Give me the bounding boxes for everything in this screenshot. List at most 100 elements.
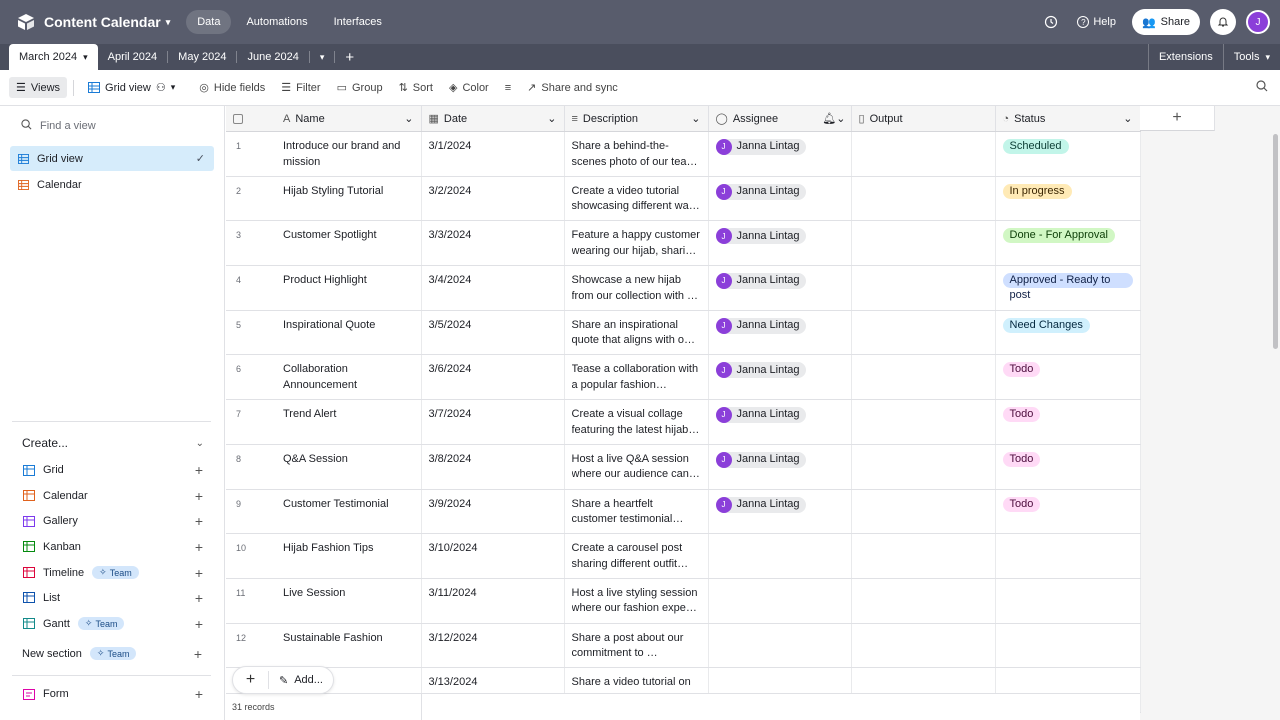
cell-status[interactable]: Scheduled <box>995 131 1141 177</box>
plus-icon[interactable]: + <box>195 591 203 605</box>
chevron-down-icon[interactable]: ⌄ <box>547 112 556 125</box>
create-gantt-item[interactable]: Gantt ✧ Team + <box>23 617 203 631</box>
cell-name[interactable]: Customer Spotlight <box>276 220 422 267</box>
column-header-description[interactable]: ≡ Description ⌄ <box>564 106 709 132</box>
table-row[interactable]: 9 Customer Testimonial 3/9/2024 Share a hea… <box>226 489 1141 535</box>
cell-description[interactable]: Tease a collaboration with a popular fas… <box>564 354 709 401</box>
create-form-item[interactable]: Form + <box>23 687 203 701</box>
cell-assignee[interactable]: J Janna Lintag <box>708 176 852 222</box>
cell-name[interactable]: Hijab Styling Tutorial <box>276 176 422 222</box>
cell-output[interactable] <box>851 533 996 579</box>
cell-status[interactable] <box>995 533 1141 579</box>
cell-assignee[interactable] <box>708 623 852 669</box>
cell-status[interactable]: Todo <box>995 444 1141 490</box>
tab-june-2024[interactable]: June 2024 <box>237 44 308 70</box>
cell-description[interactable]: Share a heartfelt customer testimonial a… <box>564 489 709 535</box>
plus-icon[interactable]: + <box>195 463 203 477</box>
table-row[interactable]: 8 Q&A Session 3/8/2024 Host a live Q&A sess… <box>226 444 1141 490</box>
cell-output[interactable] <box>851 131 996 177</box>
cell-status[interactable]: Done - For Approval <box>995 220 1141 267</box>
table-row[interactable]: 11 Live Session 3/11/2024 Host a live styli… <box>226 578 1141 624</box>
table-row[interactable]: 3 Customer Spotlight 3/3/2024 Feature a hap… <box>226 220 1141 267</box>
cell-name[interactable]: Customer Testimonial <box>276 489 422 535</box>
add-record-plus-icon[interactable]: + <box>233 671 269 689</box>
checkbox-icon[interactable] <box>233 113 243 124</box>
cell-status[interactable]: Todo <box>995 354 1141 401</box>
cell-output[interactable] <box>851 578 996 624</box>
sort-button[interactable]: ⇅ Sort <box>391 77 441 98</box>
cell-assignee[interactable]: J Janna Lintag <box>708 265 852 311</box>
share-sync-button[interactable]: ↗ Share and sync <box>519 77 626 98</box>
column-header-name[interactable]: A Name ⌄ <box>276 106 422 132</box>
table-row[interactable]: 2 Hijab Styling Tutorial 3/2/2024 Create a … <box>226 176 1141 222</box>
cell-assignee[interactable]: J Janna Lintag <box>708 220 852 267</box>
cell-date[interactable]: 3/7/2024 <box>421 399 565 445</box>
topnav-data[interactable]: Data <box>186 10 232 34</box>
cell-date[interactable]: 3/12/2024 <box>421 623 565 669</box>
cell-date[interactable]: 3/9/2024 <box>421 489 565 535</box>
cell-name[interactable]: Trend Alert <box>276 399 422 445</box>
plus-icon[interactable]: + <box>195 617 203 631</box>
topnav-automations[interactable]: Automations <box>235 10 318 34</box>
column-header-date[interactable]: ▦ Date ⌄ <box>421 106 565 132</box>
cell-description[interactable]: Share an inspirational quote that aligns… <box>564 310 709 356</box>
share-button[interactable]: 👥 Share <box>1131 9 1200 35</box>
chevron-down-icon[interactable]: ⌄ <box>404 112 413 125</box>
hide-fields-button[interactable]: ◎ Hide fields <box>191 77 273 98</box>
bell-chevron-icon[interactable]: 🔔︎⌄ <box>822 112 845 125</box>
find-view-search[interactable]: Find a view <box>0 106 224 146</box>
cell-output[interactable] <box>851 489 996 535</box>
select-all-header[interactable] <box>226 106 276 132</box>
column-header-status[interactable]: ◔ Status ⌄ <box>995 106 1141 132</box>
sidebar-view-grid-view[interactable]: Grid view ✓ <box>10 146 214 171</box>
create-calendar-item[interactable]: Calendar + <box>23 489 203 503</box>
cell-output[interactable] <box>851 399 996 445</box>
cell-assignee[interactable]: J Janna Lintag <box>708 489 852 535</box>
create-gallery-item[interactable]: Gallery + <box>23 514 203 528</box>
cell-output[interactable] <box>851 310 996 356</box>
cell-output[interactable] <box>851 265 996 311</box>
cell-name[interactable]: Sustainable Fashion <box>276 623 422 669</box>
plus-icon[interactable]: + <box>195 540 203 554</box>
cell-status[interactable] <box>995 623 1141 669</box>
cell-assignee[interactable]: J Janna Lintag <box>708 444 852 490</box>
search-icon[interactable] <box>1256 80 1268 95</box>
chevron-down-icon[interactable]: ⌄ <box>691 112 700 125</box>
cell-description[interactable]: Create a video tutorial showcasing diffe… <box>564 176 709 222</box>
create-grid-item[interactable]: Grid + <box>23 463 203 477</box>
table-row[interactable]: 6 Collaboration Announcement 3/6/2024 Tease… <box>226 354 1141 401</box>
cell-name[interactable]: Q&A Session <box>276 444 422 490</box>
cell-date[interactable]: 3/3/2024 <box>421 220 565 267</box>
add-field-button[interactable]: + <box>1140 106 1215 131</box>
base-name-dropdown[interactable]: Content Calendar ▾ <box>44 14 170 30</box>
add-table-plus-icon[interactable]: + <box>335 44 364 70</box>
cell-description[interactable]: Showcase a new hijab from our collection… <box>564 265 709 311</box>
cell-date[interactable]: 3/10/2024 <box>421 533 565 579</box>
table-row[interactable]: 5 Inspirational Quote 3/5/2024 Share an ins… <box>226 310 1141 356</box>
tools-button[interactable]: Tools ▾ <box>1222 44 1280 70</box>
view-switcher[interactable]: Grid view ⚇ ▾ <box>80 77 183 98</box>
user-avatar[interactable]: J <box>1246 10 1270 34</box>
row-height-button[interactable]: ≡ <box>497 78 519 98</box>
create-kanban-item[interactable]: Kanban + <box>23 540 203 554</box>
cell-description[interactable]: Create a carousel post sharing different… <box>564 533 709 579</box>
cell-name[interactable]: Introduce our brand and mission <box>276 131 422 177</box>
cell-description[interactable]: Share a behind-the-scenes photo of our t… <box>564 131 709 177</box>
new-section-item[interactable]: New section ✧ Team + <box>22 647 202 661</box>
more-tabs-chevron-icon[interactable]: ▾ <box>310 44 335 70</box>
plus-icon[interactable]: + <box>195 489 203 503</box>
cell-name[interactable]: Inspirational Quote <box>276 310 422 356</box>
sidebar-view-calendar[interactable]: Calendar <box>10 172 214 197</box>
cell-name[interactable]: Hijab Fashion Tips <box>276 533 422 579</box>
cell-date[interactable]: 3/1/2024 <box>421 131 565 177</box>
cell-date[interactable]: 3/8/2024 <box>421 444 565 490</box>
table-row[interactable]: 12 Sustainable Fashion 3/12/2024 Share a po… <box>226 623 1141 669</box>
group-button[interactable]: ▭ Group <box>329 77 391 98</box>
cell-assignee[interactable] <box>708 578 852 624</box>
create-view-header[interactable]: Create... ⌄ <box>22 436 204 450</box>
cell-description[interactable]: Host a live styling session where our fa… <box>564 578 709 624</box>
table-row[interactable]: 10 Hijab Fashion Tips 3/10/2024 Create a ca… <box>226 533 1141 579</box>
create-timeline-item[interactable]: Timeline ✧ Team + <box>23 566 203 580</box>
cell-assignee[interactable]: J Janna Lintag <box>708 310 852 356</box>
cell-name[interactable]: Collaboration Announcement <box>276 354 422 401</box>
